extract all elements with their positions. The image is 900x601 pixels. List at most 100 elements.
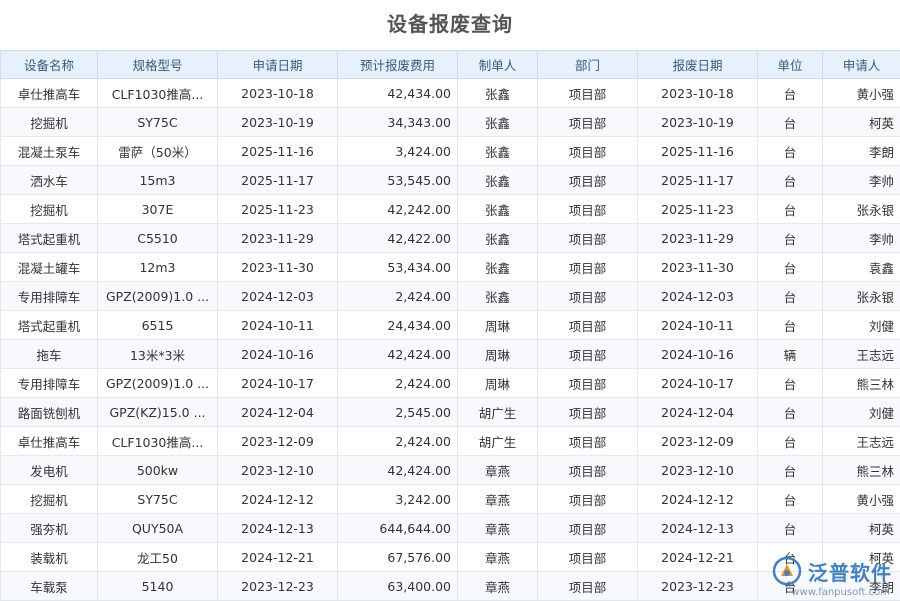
table-row[interactable]: 车载泵51402023-12-2363,400.00章燕项目部2023-12-2… — [1, 572, 900, 601]
cell-maker[interactable]: 胡广生 — [458, 427, 538, 456]
cell-dept: 项目部 — [538, 369, 638, 398]
cell-unit: 台 — [758, 282, 823, 311]
cell-scrap-date: 2025-11-16 — [638, 137, 758, 166]
cell-applicant[interactable]: 刘健 — [823, 398, 900, 427]
cell-maker[interactable]: 周琳 — [458, 340, 538, 369]
table-row[interactable]: 挖掘机SY75C2023-10-1934,343.00张鑫项目部2023-10-… — [1, 108, 900, 137]
cell-apply-date: 2024-12-13 — [218, 514, 338, 543]
cell-maker[interactable]: 张鑫 — [458, 108, 538, 137]
cell-maker[interactable]: 章燕 — [458, 514, 538, 543]
cell-model: 13米*3米 — [98, 340, 218, 369]
cell-name[interactable]: 塔式起重机 — [1, 311, 98, 340]
cell-maker[interactable]: 周琳 — [458, 369, 538, 398]
cell-name[interactable]: 挖掘机 — [1, 195, 98, 224]
cell-name[interactable]: 车载泵 — [1, 572, 98, 601]
cell-maker[interactable]: 张鑫 — [458, 166, 538, 195]
table-row[interactable]: 专用排障车GPZ(2009)1.0 ...2024-12-032,424.00张… — [1, 282, 900, 311]
column-header-dept[interactable]: 部门 — [538, 51, 638, 79]
cell-maker[interactable]: 张鑫 — [458, 79, 538, 108]
cell-apply-date: 2023-10-18 — [218, 79, 338, 108]
cell-name[interactable]: 拖车 — [1, 340, 98, 369]
cell-name[interactable]: 装载机 — [1, 543, 98, 572]
column-header-name[interactable]: 设备名称 — [1, 51, 98, 79]
table-row[interactable]: 强夯机QUY50A2024-12-13644,644.00章燕项目部2024-1… — [1, 514, 900, 543]
cell-maker[interactable]: 章燕 — [458, 572, 538, 601]
cell-name[interactable]: 混凝土罐车 — [1, 253, 98, 282]
cell-maker[interactable]: 周琳 — [458, 311, 538, 340]
cell-scrap-date: 2025-11-17 — [638, 166, 758, 195]
cell-applicant[interactable]: 黄小强 — [823, 79, 900, 108]
cell-name[interactable]: 洒水车 — [1, 166, 98, 195]
cell-applicant[interactable]: 李帅 — [823, 224, 900, 253]
cell-maker[interactable]: 章燕 — [458, 485, 538, 514]
cell-maker[interactable]: 胡广生 — [458, 398, 538, 427]
cell-maker[interactable]: 张鑫 — [458, 224, 538, 253]
table-row[interactable]: 塔式起重机65152024-10-1124,434.00周琳项目部2024-10… — [1, 311, 900, 340]
brand-watermark: 泛普软件 — [772, 556, 892, 586]
cell-cost: 3,242.00 — [338, 485, 458, 514]
cell-name[interactable]: 混凝土泵车 — [1, 137, 98, 166]
cell-applicant[interactable]: 柯英 — [823, 108, 900, 137]
cell-unit: 台 — [758, 514, 823, 543]
cell-applicant[interactable]: 熊三林 — [823, 369, 900, 398]
column-header-model[interactable]: 规格型号 — [98, 51, 218, 79]
table-row[interactable]: 路面铣刨机GPZ(KZ)15.0 ...2024-12-042,545.00胡广… — [1, 398, 900, 427]
cell-name[interactable]: 挖掘机 — [1, 485, 98, 514]
cell-applicant[interactable]: 刘健 — [823, 311, 900, 340]
cell-name[interactable]: 专用排障车 — [1, 369, 98, 398]
cell-apply-date: 2023-11-29 — [218, 224, 338, 253]
cell-apply-date: 2024-10-16 — [218, 340, 338, 369]
cell-apply-date: 2025-11-17 — [218, 166, 338, 195]
table-row[interactable]: 拖车13米*3米2024-10-1642,424.00周琳项目部2024-10-… — [1, 340, 900, 369]
column-header-scrap-date[interactable]: 报废日期 — [638, 51, 758, 79]
table-row[interactable]: 发电机500kw2023-12-1042,424.00章燕项目部2023-12-… — [1, 456, 900, 485]
table-row[interactable]: 挖掘机SY75C2024-12-123,242.00章燕项目部2024-12-1… — [1, 485, 900, 514]
table-row[interactable]: 卓仕推高车CLF1030推高...2023-12-092,424.00胡广生项目… — [1, 427, 900, 456]
cell-name[interactable]: 路面铣刨机 — [1, 398, 98, 427]
cell-unit: 辆 — [758, 340, 823, 369]
cell-maker[interactable]: 张鑫 — [458, 195, 538, 224]
table-row[interactable]: 装载机龙工502024-12-2167,576.00章燕项目部2024-12-2… — [1, 543, 900, 572]
table-row[interactable]: 挖掘机307E2025-11-2342,242.00张鑫项目部2025-11-2… — [1, 195, 900, 224]
cell-maker[interactable]: 章燕 — [458, 456, 538, 485]
table-row[interactable]: 塔式起重机C55102023-11-2942,422.00张鑫项目部2023-1… — [1, 224, 900, 253]
table-row[interactable]: 专用排障车GPZ(2009)1.0 ...2024-10-172,424.00周… — [1, 369, 900, 398]
cell-applicant[interactable]: 王志远 — [823, 427, 900, 456]
column-header-applicant[interactable]: 申请人 — [823, 51, 900, 79]
cell-dept: 项目部 — [538, 340, 638, 369]
cell-unit: 台 — [758, 224, 823, 253]
cell-name[interactable]: 塔式起重机 — [1, 224, 98, 253]
cell-name[interactable]: 发电机 — [1, 456, 98, 485]
cell-applicant[interactable]: 张永银 — [823, 195, 900, 224]
cell-applicant[interactable]: 袁鑫 — [823, 253, 900, 282]
cell-dept: 项目部 — [538, 79, 638, 108]
table-row[interactable]: 卓仕推高车CLF1030推高...2023-10-1842,434.00张鑫项目… — [1, 79, 900, 108]
table-row[interactable]: 混凝土泵车雷萨（50米）2025-11-163,424.00张鑫项目部2025-… — [1, 137, 900, 166]
cell-cost: 34,343.00 — [338, 108, 458, 137]
cell-maker[interactable]: 张鑫 — [458, 282, 538, 311]
cell-applicant[interactable]: 熊三林 — [823, 456, 900, 485]
column-header-unit[interactable]: 单位 — [758, 51, 823, 79]
cell-model: SY75C — [98, 485, 218, 514]
cell-unit: 台 — [758, 311, 823, 340]
cell-maker[interactable]: 张鑫 — [458, 253, 538, 282]
cell-maker[interactable]: 张鑫 — [458, 137, 538, 166]
cell-applicant[interactable]: 黄小强 — [823, 485, 900, 514]
cell-name[interactable]: 强夯机 — [1, 514, 98, 543]
cell-applicant[interactable]: 柯英 — [823, 514, 900, 543]
cell-applicant[interactable]: 李帅 — [823, 166, 900, 195]
cell-applicant[interactable]: 王志远 — [823, 340, 900, 369]
cell-name[interactable]: 卓仕推高车 — [1, 79, 98, 108]
cell-applicant[interactable]: 李朗 — [823, 137, 900, 166]
cell-name[interactable]: 挖掘机 — [1, 108, 98, 137]
column-header-cost[interactable]: 预计报废费用 — [338, 51, 458, 79]
cell-name[interactable]: 卓仕推高车 — [1, 427, 98, 456]
column-header-maker[interactable]: 制单人 — [458, 51, 538, 79]
column-header-apply-date[interactable]: 申请日期 — [218, 51, 338, 79]
cell-applicant[interactable]: 张永银 — [823, 282, 900, 311]
cell-name[interactable]: 专用排障车 — [1, 282, 98, 311]
cell-maker[interactable]: 章燕 — [458, 543, 538, 572]
cell-model: 307E — [98, 195, 218, 224]
table-row[interactable]: 洒水车15m32025-11-1753,545.00张鑫项目部2025-11-1… — [1, 166, 900, 195]
table-row[interactable]: 混凝土罐车12m32023-11-3053,434.00张鑫项目部2023-11… — [1, 253, 900, 282]
